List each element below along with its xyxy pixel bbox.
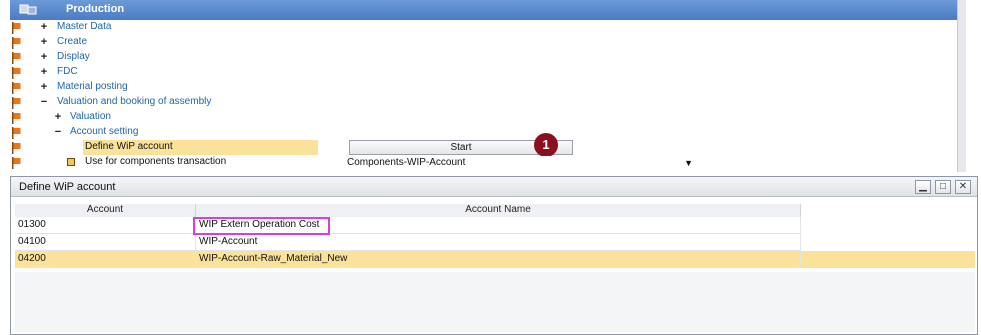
column-header-account[interactable]: Account	[15, 204, 196, 217]
tree-item-fdc[interactable]: + FDC	[0, 65, 960, 80]
checkbox[interactable]	[67, 158, 75, 166]
account-cell[interactable]: 04200	[15, 251, 196, 268]
maximize-icon: □	[939, 181, 947, 192]
tree-header: Production	[10, 0, 957, 20]
flag-icon	[12, 82, 21, 94]
column-header-account-name[interactable]: Account Name	[196, 204, 801, 217]
window-title: Define WiP account	[19, 181, 116, 193]
collapse-icon[interactable]: −	[39, 95, 49, 109]
tree-item-label: Display	[57, 51, 90, 62]
tree-item-material-posting[interactable]: + Material posting	[0, 80, 960, 95]
tree-item-label: Valuation	[70, 111, 111, 122]
account-cell[interactable]: 01300	[15, 217, 196, 234]
expand-icon[interactable]: +	[39, 20, 49, 34]
maximize-button[interactable]: □	[935, 180, 951, 194]
tree-item-label: Create	[57, 36, 88, 47]
expand-icon[interactable]: +	[53, 110, 63, 124]
expand-icon[interactable]: +	[39, 80, 49, 94]
close-button[interactable]: ✕	[955, 180, 971, 194]
expand-icon[interactable]: +	[39, 35, 49, 49]
expand-icon[interactable]: +	[39, 65, 49, 79]
minimize-button[interactable]: ▁	[915, 180, 931, 194]
tree-item-label: Valuation and booking of assembly	[57, 96, 212, 107]
tree-header-title: Production	[66, 3, 125, 15]
tree-item-label: Master Data	[57, 21, 112, 32]
collapse-icon[interactable]: −	[53, 125, 63, 139]
screen: Production + Master Data + Create + Disp…	[0, 0, 981, 335]
flag-icon	[12, 127, 21, 139]
account-name-cell[interactable]: WIP-Account	[196, 234, 801, 251]
account-cell[interactable]: 04100	[15, 234, 196, 251]
define-wip-account-window: Define WiP account ▁ □ ✕ Account Account…	[10, 176, 978, 335]
module-tree-panel: Production + Master Data + Create + Disp…	[0, 0, 966, 172]
flag-icon	[12, 37, 21, 49]
tree-item-label: FDC	[57, 66, 78, 77]
combo-value: Components-WIP-Account	[347, 157, 466, 168]
grid-empty-area	[15, 272, 975, 332]
tree-item-label: Account setting	[70, 126, 139, 137]
tree-item-label: Use for components transaction	[85, 156, 227, 167]
tree-item-account-setting[interactable]: − Account setting	[0, 125, 960, 140]
flag-icon	[12, 112, 21, 124]
flag-icon	[12, 97, 21, 109]
flag-icon	[12, 67, 21, 79]
tree-item-display[interactable]: + Display	[0, 50, 960, 65]
table-row-selected[interactable]: 04200 WIP-Account-Raw_Material_New	[15, 251, 975, 268]
flag-icon	[12, 22, 21, 34]
flag-icon	[12, 52, 21, 64]
tree-item-label: Define WiP account	[85, 141, 173, 152]
step-badge: 1	[534, 133, 558, 157]
tree-item-create[interactable]: + Create	[0, 35, 960, 50]
production-icon	[19, 4, 37, 15]
minimize-icon: ▁	[919, 181, 927, 192]
tree-item-valuation[interactable]: + Valuation	[0, 110, 960, 125]
tree-item-master-data[interactable]: + Master Data	[0, 20, 960, 35]
window-titlebar[interactable]: Define WiP account ▁ □ ✕	[11, 177, 977, 197]
chevron-down-icon[interactable]: ▼	[684, 157, 693, 170]
flag-icon	[12, 142, 21, 154]
components-account-select[interactable]: Components-WIP-Account ▼	[345, 156, 695, 170]
expand-icon[interactable]: +	[39, 50, 49, 64]
close-icon: ✕	[958, 181, 968, 192]
table-row[interactable]: 01300 WIP Extern Operation Cost	[15, 217, 975, 234]
tree-item-valuation-and-booking[interactable]: − Valuation and booking of assembly	[0, 95, 960, 110]
tree-item-label: Material posting	[57, 81, 128, 92]
highlight-annotation	[193, 217, 330, 235]
flag-icon	[12, 157, 21, 169]
table-row[interactable]: 04100 WIP-Account	[15, 234, 975, 251]
account-name-cell[interactable]: WIP-Account-Raw_Material_New	[196, 251, 801, 268]
